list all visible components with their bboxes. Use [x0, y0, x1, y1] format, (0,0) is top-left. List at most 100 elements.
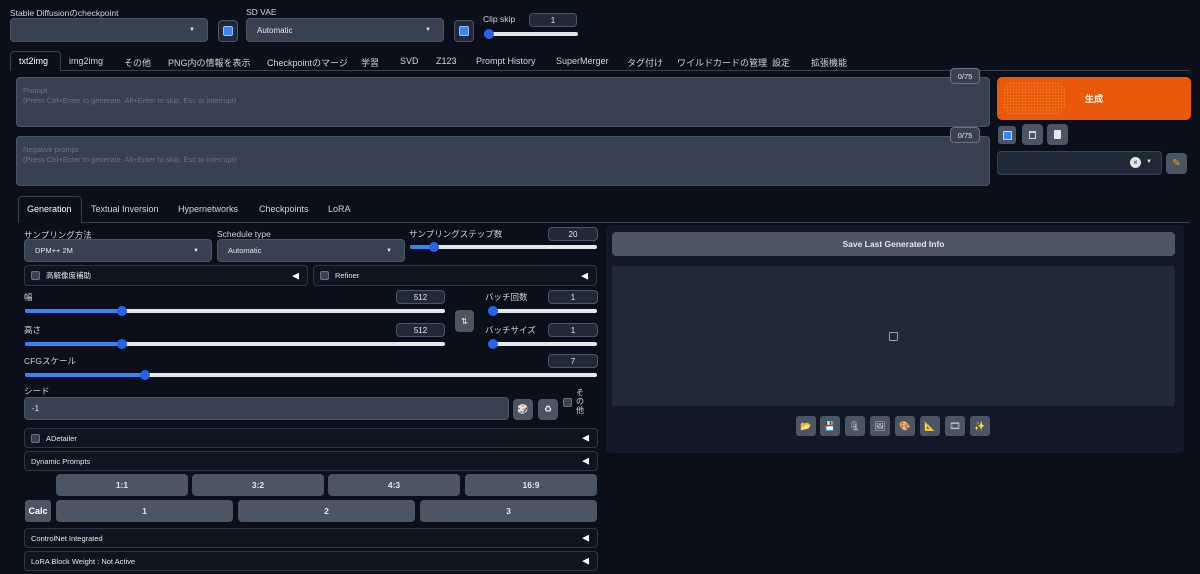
send-to-img2img-button[interactable]: 🖼 [870, 416, 890, 436]
extra-seed-checkbox[interactable] [563, 398, 572, 407]
aspect-ratio-button[interactable]: 4:3 [328, 474, 460, 496]
slider-knob[interactable] [140, 370, 151, 380]
schedule-dropdown[interactable]: Automatic ▼ [217, 239, 405, 262]
controlnet-accordion[interactable]: ControlNet Integrated ◀ [24, 528, 598, 548]
aspect-ratio-button[interactable]: 3:2 [192, 474, 324, 496]
height-label: 高さ [24, 325, 42, 335]
send-to-svd-button[interactable]: 🎞 [945, 416, 965, 436]
save-button[interactable]: 💾 [820, 416, 840, 436]
swap-dimensions-button[interactable]: ⇅ [455, 310, 474, 332]
subtab-4[interactable]: LoRA [328, 204, 351, 214]
subtab-1[interactable]: Textual Inversion [91, 204, 159, 214]
calc-button[interactable]: Calc [25, 500, 51, 522]
width-input[interactable]: 512 [396, 290, 445, 304]
collapse-arrow-icon: ◀ [582, 532, 589, 543]
negative-prompt-textarea[interactable]: Negative prompt (Press Ctrl+Enter to gene… [16, 136, 990, 186]
tab-13[interactable]: 拡張機能 [811, 56, 847, 69]
tab-6[interactable]: SVD [400, 56, 419, 66]
tab-10[interactable]: タグ付け [627, 56, 663, 69]
clear-styles-icon[interactable]: × [1130, 157, 1141, 168]
slider-knob[interactable] [429, 242, 440, 252]
batch-size-input[interactable]: 1 [548, 323, 598, 337]
slider-knob[interactable] [488, 306, 498, 316]
send-to-extras-button[interactable]: 📐 [920, 416, 940, 436]
random-seed-button[interactable]: 🎲 [513, 399, 533, 420]
checkpoint-dropdown[interactable]: ▼ [10, 18, 208, 42]
lora-block-weight-accordion[interactable]: LoRA Block Weight : Not Active ◀ [24, 551, 598, 571]
dynamic-prompts-accordion[interactable]: Dynamic Prompts ◀ [24, 451, 598, 471]
adetailer-accordion[interactable]: ADetailer ◀ [24, 428, 598, 448]
refiner-checkbox[interactable] [320, 271, 329, 280]
batch-count-input[interactable]: 1 [548, 290, 598, 304]
open-folder-button[interactable]: 📂 [796, 416, 816, 436]
send-to-inpaint-button[interactable]: 🎨 [895, 416, 915, 436]
batch-size-slider[interactable] [488, 339, 597, 349]
seed-input[interactable]: -1 [24, 397, 509, 420]
slider-knob[interactable] [116, 339, 127, 349]
reuse-seed-button[interactable]: ♻ [538, 399, 558, 420]
chevron-down-icon: ▼ [189, 27, 195, 33]
multiplier-button[interactable]: 2 [238, 500, 415, 522]
sampler-dropdown[interactable]: DPM++ 2M ▼ [24, 239, 212, 262]
styles-dropdown[interactable]: × ▼ [997, 151, 1162, 175]
refresh-checkpoint-button[interactable] [218, 20, 238, 42]
refiner-accordion[interactable]: Refiner ◀ [313, 265, 597, 286]
width-slider[interactable] [25, 306, 445, 316]
refresh-vae-button[interactable] [454, 20, 474, 42]
subtab-3[interactable]: Checkpoints [259, 204, 309, 214]
paste-button[interactable] [1047, 124, 1068, 145]
steps-input[interactable]: 20 [548, 227, 598, 241]
multiplier-button[interactable]: 3 [420, 500, 597, 522]
tab-4[interactable]: Checkpointのマージ [267, 56, 348, 69]
slider-fill [25, 309, 122, 313]
batch-count-slider[interactable] [488, 306, 597, 316]
tab-1[interactable]: img2img [69, 56, 103, 66]
clear-prompt-button[interactable] [1022, 124, 1043, 145]
slider-knob[interactable] [488, 339, 498, 349]
cfg-input[interactable]: 7 [548, 354, 598, 368]
tab-9[interactable]: SuperMerger [556, 56, 609, 66]
image-gallery[interactable] [612, 266, 1175, 406]
chevron-down-icon: ▼ [1146, 159, 1152, 165]
controlnet-label: ControlNet Integrated [31, 533, 103, 543]
tab-3[interactable]: PNG内の情報を表示 [168, 56, 251, 69]
aspect-ratio-button[interactable]: 16:9 [465, 474, 597, 496]
aspect-ratio-button[interactable]: 1:1 [56, 474, 188, 496]
hires-fix-accordion[interactable]: 高解像度補助 ◀ [24, 265, 308, 286]
width-label: 幅 [24, 292, 33, 302]
hires-fix-checkbox[interactable] [31, 271, 40, 280]
cfg-slider[interactable] [25, 370, 597, 380]
prompt-textarea[interactable]: Prompt (Press Ctrl+Enter to generate, Alt… [16, 77, 990, 127]
chevron-down-icon: ▼ [425, 27, 431, 33]
tab-12[interactable]: 設定 [772, 56, 790, 69]
negative-prompt-label: Negative prompt [23, 145, 79, 154]
slider-knob[interactable] [484, 29, 494, 39]
swap-icon: ⇅ [461, 316, 468, 326]
tab-2[interactable]: その他 [124, 56, 151, 69]
subtab-2[interactable]: Hypernetworks [178, 204, 238, 214]
height-slider[interactable] [25, 339, 445, 349]
edit-styles-button[interactable]: ✎ [1166, 153, 1187, 174]
clip-skip-slider[interactable] [484, 29, 578, 39]
tab-0[interactable]: txt2img [19, 56, 48, 66]
pencil-icon: ✎ [1172, 158, 1181, 169]
zip-button[interactable]: 🗜 [845, 416, 865, 436]
tab-11[interactable]: ワイルドカードの管理 [677, 56, 767, 69]
tab-7[interactable]: Z123 [436, 56, 457, 66]
tab-8[interactable]: Prompt History [476, 56, 536, 66]
subtab-0[interactable]: Generation [27, 204, 72, 214]
height-input[interactable]: 512 [396, 323, 445, 337]
save-info-button[interactable]: Save Last Generated Info [612, 232, 1175, 256]
read-params-button[interactable] [998, 126, 1016, 144]
vae-value: Automatic [257, 25, 293, 35]
tab-5[interactable]: 学習 [361, 56, 379, 69]
adetailer-checkbox[interactable] [31, 433, 40, 443]
vae-dropdown[interactable]: Automatic ▼ [246, 18, 444, 42]
slider-knob[interactable] [116, 306, 127, 316]
upscale-button[interactable]: ✨ [970, 416, 990, 436]
multiplier-button[interactable]: 1 [56, 500, 233, 522]
clip-skip-input[interactable]: 1 [529, 13, 577, 27]
steps-slider[interactable] [410, 242, 597, 252]
subtab-divider [82, 222, 1190, 223]
generate-button[interactable]: 生成 [997, 77, 1191, 120]
